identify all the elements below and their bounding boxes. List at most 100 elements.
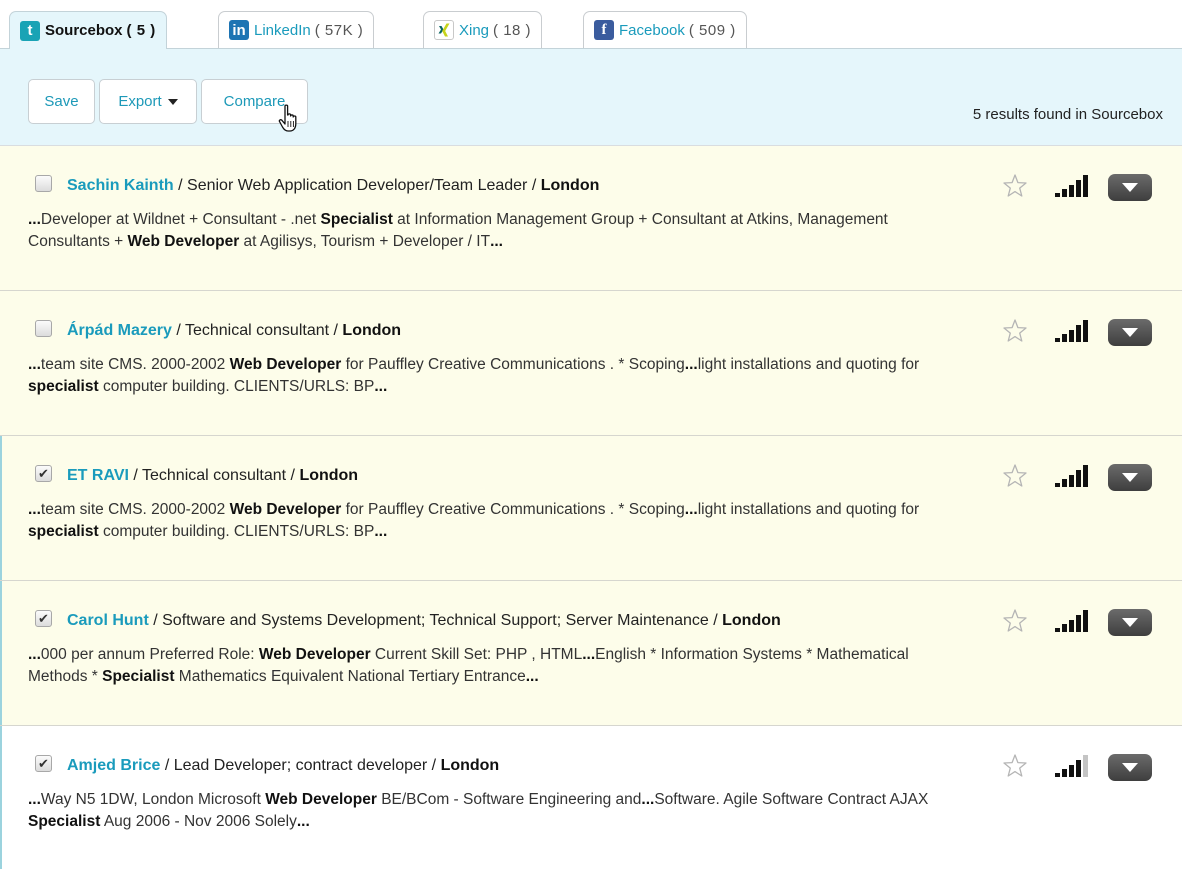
snippet-highlight: ... (296, 813, 310, 830)
result-checkbox[interactable] (35, 320, 52, 337)
tab-xing[interactable]: Xing ( 18 ) (423, 11, 543, 48)
result-headline: ET RAVI / Technical consultant / London (67, 467, 359, 484)
snippet-text: Software. Agile Software Contract AJAX (654, 791, 929, 808)
snippet-highlight: ... (525, 668, 539, 685)
results-list: Sachin Kainth / Senior Web Application D… (0, 146, 1182, 869)
result-checkbox[interactable]: ✔ (35, 755, 52, 772)
candidate-title: Lead Developer; contract developer (173, 757, 428, 774)
snippet-text: for Pauffley Creative Communications . *… (341, 501, 685, 518)
snippet-highlight: ... (582, 646, 596, 663)
result-headline: Carol Hunt / Software and Systems Develo… (67, 612, 781, 629)
signal-bar (1076, 180, 1081, 197)
candidate-location: London (440, 757, 500, 774)
star-icon[interactable] (1002, 753, 1028, 779)
tab-linkedin[interactable]: in LinkedIn ( 57K ) (218, 11, 375, 48)
result-row: ✔ Amjed Brice / Lead Developer; contract… (0, 726, 1182, 869)
snippet-text: Developer at Wildnet + Consultant - .net (40, 211, 321, 228)
result-checkbox[interactable]: ✔ (35, 610, 52, 627)
tab-facebook[interactable]: f Facebook ( 509 ) (583, 11, 747, 48)
checkmark-icon: ✔ (38, 611, 49, 626)
row-menu-button[interactable] (1108, 174, 1152, 201)
tab-label: LinkedIn (254, 21, 311, 39)
snippet-text: light installations and quoting for (697, 501, 920, 518)
signal-bar (1062, 189, 1067, 197)
chevron-down-icon (1122, 183, 1138, 192)
candidate-location: London (722, 612, 781, 629)
tab-count: ( 5 ) (126, 22, 156, 39)
chevron-down-icon (1122, 618, 1138, 627)
save-button-label: Save (44, 93, 79, 110)
tab-sourcebox[interactable]: t Sourcebox ( 5 ) (9, 11, 167, 49)
snippet-highlight: ... (28, 356, 41, 373)
result-snippet: ...Developer at Wildnet + Consultant - .… (28, 209, 968, 253)
signal-bars-icon (1055, 320, 1088, 342)
signal-bar (1055, 338, 1060, 342)
candidate-name-link[interactable]: Sachin Kainth (67, 177, 174, 194)
result-headline: Amjed Brice / Lead Developer; contract d… (67, 757, 500, 774)
snippet-highlight: Web Developer (258, 646, 371, 663)
signal-bar (1083, 610, 1088, 632)
candidate-name-link[interactable]: ET RAVI (67, 467, 129, 484)
snippet-highlight: ... (684, 356, 698, 373)
result-row: Árpád Mazery / Technical consultant / Lo… (0, 291, 1182, 436)
snippet-highlight: ... (28, 501, 41, 518)
row-menu-button[interactable] (1108, 609, 1152, 636)
candidate-name-link[interactable]: Árpád Mazery (67, 322, 172, 339)
snippet-text: Current Skill Set: PHP , HTML (370, 646, 583, 663)
tab-count: ( 509 ) (688, 21, 736, 39)
result-checkbox[interactable]: ✔ (35, 465, 52, 482)
signal-bar (1069, 765, 1074, 777)
export-button[interactable]: Export (99, 79, 197, 124)
star-icon[interactable] (1002, 318, 1028, 344)
result-headline: Sachin Kainth / Senior Web Application D… (67, 177, 600, 194)
snippet-highlight: Web Developer (127, 233, 240, 250)
candidate-title: Software and Systems Development; Techni… (162, 612, 709, 629)
signal-bar (1062, 479, 1067, 487)
signal-bar (1069, 330, 1074, 342)
result-row: ✔ Carol Hunt / Software and Systems Deve… (0, 581, 1182, 726)
signal-bar (1062, 769, 1067, 777)
result-row: ✔ ET RAVI / Technical consultant / Londo… (0, 436, 1182, 581)
candidate-name-link[interactable]: Amjed Brice (67, 757, 160, 774)
signal-bar (1083, 465, 1088, 487)
snippet-highlight: ... (490, 233, 503, 250)
row-menu-button[interactable] (1108, 464, 1152, 491)
candidate-name-link[interactable]: Carol Hunt (67, 612, 149, 629)
hand-cursor-icon (278, 104, 297, 132)
result-row: Sachin Kainth / Senior Web Application D… (0, 146, 1182, 291)
candidate-title: Technical consultant (184, 322, 330, 339)
chevron-down-icon (1122, 328, 1138, 337)
checkmark-icon: ✔ (38, 466, 49, 481)
result-snippet: ...team site CMS. 2000-2002 Web Develope… (28, 499, 968, 543)
star-icon[interactable] (1002, 173, 1028, 199)
signal-bar (1055, 628, 1060, 632)
signal-bar (1055, 193, 1060, 197)
signal-bar (1062, 334, 1067, 342)
snippet-text: team site CMS. 2000-2002 (40, 356, 230, 373)
snippet-highlight: Specialist (102, 668, 175, 685)
snippet-highlight: ... (28, 211, 41, 228)
save-button[interactable]: Save (28, 79, 95, 124)
tab-label: Facebook (619, 21, 685, 39)
signal-bar (1055, 483, 1060, 487)
star-icon[interactable] (1002, 463, 1028, 489)
signal-bar (1076, 470, 1081, 487)
row-menu-button[interactable] (1108, 319, 1152, 346)
result-headline: Árpád Mazery / Technical consultant / Lo… (67, 322, 402, 339)
snippet-text: at Agilisys, Tourism + Developer / IT (239, 233, 491, 250)
signal-bar (1083, 320, 1088, 342)
snippet-text: Way N5 1DW, London Microsoft (40, 791, 266, 808)
signal-bars-icon (1055, 755, 1088, 777)
star-icon[interactable] (1002, 608, 1028, 634)
chevron-down-icon (1122, 763, 1138, 772)
tab-count: ( 57K ) (314, 21, 364, 39)
snippet-highlight: ... (28, 791, 41, 808)
candidate-location: London (342, 322, 402, 339)
result-snippet: ...team site CMS. 2000-2002 Web Develope… (28, 354, 968, 398)
signal-bar (1069, 185, 1074, 197)
row-menu-button[interactable] (1108, 754, 1152, 781)
signal-bar (1076, 615, 1081, 632)
result-checkbox[interactable] (35, 175, 52, 192)
sourcebox-icon: t (20, 20, 40, 41)
signal-bars-icon (1055, 610, 1088, 632)
